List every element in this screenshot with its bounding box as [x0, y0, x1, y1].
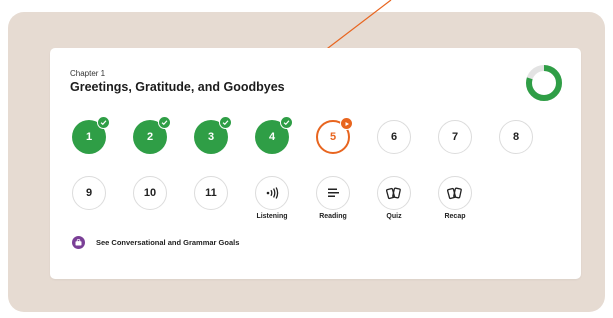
chapter-card: Chapter 1 Greetings, Gratitude, and Good… [50, 48, 581, 279]
lesson-11-button[interactable]: 11 [194, 176, 228, 210]
listening-label: Listening [256, 213, 288, 220]
chapter-label: Chapter 1 [70, 69, 106, 78]
lesson-2-button[interactable]: 2 [133, 116, 171, 154]
lesson-number: 2 [146, 131, 154, 143]
lesson-5-button[interactable]: 5 [316, 117, 353, 154]
listening-icon [265, 187, 279, 199]
chapter-progress-ring [526, 65, 562, 101]
quiz-button[interactable] [377, 176, 411, 210]
play-icon [340, 117, 353, 130]
lesson-1-button[interactable]: 1 [72, 116, 110, 154]
quiz-label: Quiz [386, 213, 402, 220]
lesson-number: 10 [143, 187, 157, 199]
lesson-3-button[interactable]: 3 [194, 116, 232, 154]
lesson-number: 5 [329, 131, 337, 143]
reading-label: Reading [319, 213, 347, 220]
lesson-number: 6 [390, 131, 398, 143]
lesson-9-button[interactable]: 9 [72, 176, 106, 210]
check-icon [219, 116, 232, 129]
reading-icon [327, 188, 339, 198]
lesson-number: 9 [85, 187, 93, 199]
lesson-number: 1 [85, 131, 93, 143]
recap-label: Recap [444, 213, 466, 220]
check-icon [280, 116, 293, 129]
lesson-number: 11 [205, 187, 217, 199]
check-icon [97, 116, 110, 129]
goals-icon [72, 236, 85, 249]
cards-icon [386, 187, 402, 200]
goals-link-label: See Conversational and Grammar Goals [96, 238, 240, 247]
lesson-number: 7 [451, 131, 459, 143]
lesson-number: 3 [207, 131, 215, 143]
lesson-number: 8 [512, 131, 520, 143]
lesson-4-button[interactable]: 4 [255, 116, 293, 154]
goals-link[interactable]: See Conversational and Grammar Goals [72, 236, 239, 249]
lesson-6-button[interactable]: 6 [377, 120, 411, 154]
lesson-8-button[interactable]: 8 [499, 120, 533, 154]
lesson-7-button[interactable]: 7 [438, 120, 472, 154]
cards-icon [447, 187, 463, 200]
lesson-number: 4 [268, 131, 276, 143]
reading-button[interactable] [316, 176, 350, 210]
lesson-10-button[interactable]: 10 [133, 176, 167, 210]
check-icon [158, 116, 171, 129]
recap-button[interactable] [438, 176, 472, 210]
listening-button[interactable] [255, 176, 289, 210]
chapter-title: Greetings, Gratitude, and Goodbyes [70, 80, 285, 94]
